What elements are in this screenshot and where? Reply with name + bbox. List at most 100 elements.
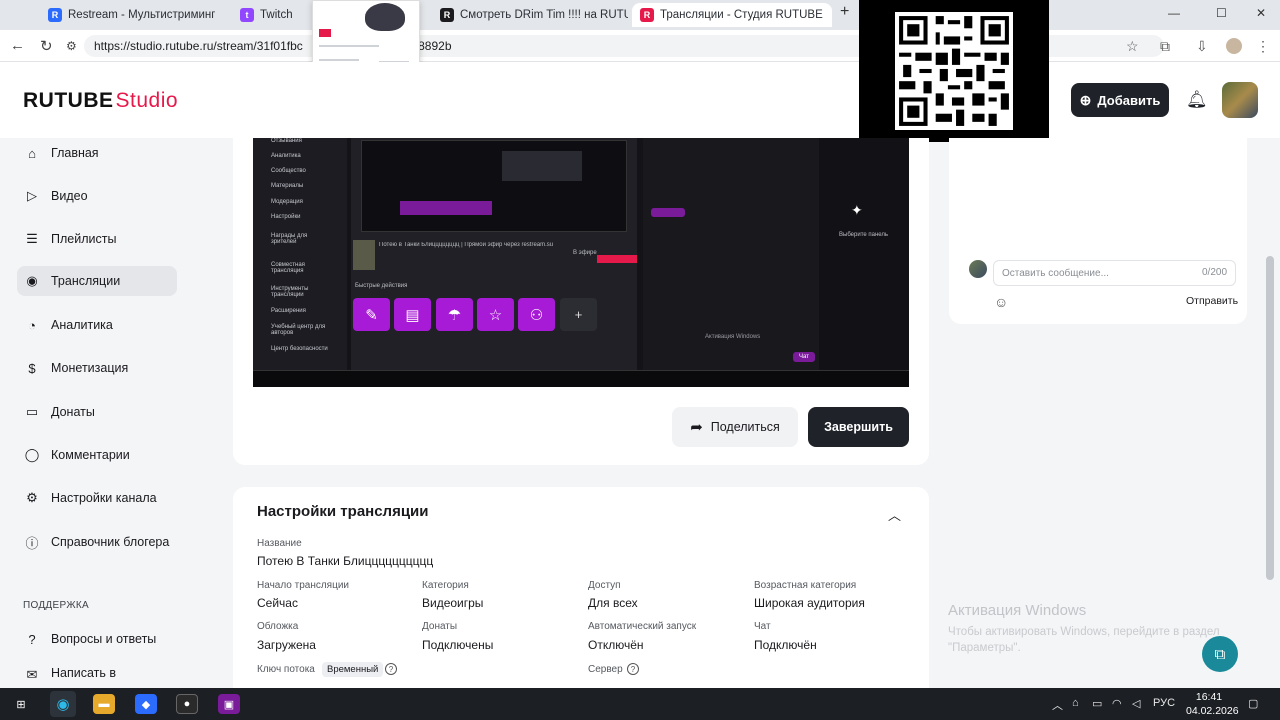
support-chat-icon: ⧉ xyxy=(1214,645,1226,663)
obs-icon[interactable]: ● xyxy=(176,694,198,714)
sidebar-item-donations[interactable]: ▭ Донаты xyxy=(17,397,177,427)
minimize-button[interactable]: — xyxy=(1168,6,1180,20)
rutube-studio-logo[interactable]: RUTUBEStudio xyxy=(23,89,178,113)
preview-menu-item: Материалы xyxy=(271,183,304,189)
restream-favicon-icon: R xyxy=(48,8,62,22)
chat-message-input[interactable]: Оставить сообщение... xyxy=(993,260,1236,286)
taskbar-clock[interactable]: 16:41 04.02.2026 xyxy=(1186,690,1239,718)
profile-avatar[interactable] xyxy=(1226,38,1242,54)
add-button-label: Добавить xyxy=(1097,92,1161,108)
stream-preview-video[interactable]: Отзывания Аналитика Сообщество Материалы… xyxy=(253,138,909,387)
sidebar-item-monetization[interactable]: $ Монетизация xyxy=(17,353,177,383)
preview-nested-screen xyxy=(361,140,627,232)
preview-sparkle-icon: ✦ xyxy=(851,202,863,218)
tray-wifi-icon[interactable]: ◠ xyxy=(1112,697,1122,710)
new-tab-button[interactable]: + xyxy=(840,3,849,21)
donations-value: Подключены xyxy=(422,638,494,652)
reload-icon[interactable]: ↻ xyxy=(40,37,53,55)
thumbnail-logo-icon xyxy=(319,29,331,37)
sidebar-item-home[interactable]: ⌂ Главная xyxy=(17,138,177,168)
bookmark-star-icon[interactable]: ☆ xyxy=(1126,38,1139,55)
sidebar-item-broadcasts[interactable]: ◉ Трансляции xyxy=(17,266,177,296)
finish-stream-button[interactable]: Завершить xyxy=(808,407,909,447)
sidebar-item-video[interactable]: ▷ Видео xyxy=(17,181,177,211)
sidebar-item-playlists[interactable]: ☰ Плейлисты xyxy=(17,224,177,254)
tray-language[interactable]: РУС xyxy=(1153,697,1175,709)
tab-rutube-watch[interactable]: R Смотреть DRim Tim !!!! на RUTU ✕ xyxy=(432,3,628,27)
stream-app-icon[interactable]: ▣ xyxy=(218,694,240,714)
chevron-up-icon[interactable]: ︿ xyxy=(888,505,901,524)
extensions-icon[interactable]: ⧉ xyxy=(1160,38,1170,55)
access-label: Доступ xyxy=(588,580,621,591)
donations-label: Донаты xyxy=(422,621,458,632)
donation-icon: ▭ xyxy=(25,404,39,419)
windows-start-icon[interactable]: ⊞ xyxy=(10,694,32,714)
chat-char-counter: 0/200 xyxy=(1202,267,1228,278)
preview-nested-video xyxy=(502,151,582,181)
preview-quick-actions: Быстрые действия xyxy=(355,283,408,289)
edge-browser-icon[interactable]: ◉ xyxy=(50,691,76,717)
sidebar-item-write-us[interactable]: ✉ Написать в xyxy=(17,666,177,688)
user-avatar xyxy=(969,260,987,278)
preview-menu-item: Учебный центр для авторов xyxy=(271,324,326,336)
sidebar-item-label: Настройки канала xyxy=(51,491,157,505)
thumbnail-line xyxy=(319,59,359,61)
preview-chat-button xyxy=(651,208,685,217)
share-button-label: Поделиться xyxy=(710,420,780,434)
twitch-favicon-icon: t xyxy=(240,8,254,22)
sidebar-item-faq[interactable]: ? Вопросы и ответы xyxy=(17,624,177,654)
playlist-icon: ☰ xyxy=(26,231,38,246)
sidebar-item-channel-settings[interactable]: ⚙ Настройки канала xyxy=(17,483,177,513)
downloads-icon[interactable]: ⇩ xyxy=(1196,38,1208,55)
support-chat-button[interactable]: ⧉ xyxy=(1202,636,1238,672)
thumbnail-figure xyxy=(365,3,405,31)
app-icon[interactable]: ◆ xyxy=(135,694,157,714)
close-window-button[interactable]: ✕ xyxy=(1256,6,1266,20)
windows-activation-text: Чтобы активировать Windows, перейдите в … xyxy=(948,626,1220,654)
sidebar-item-label: Монетизация xyxy=(51,361,129,375)
preview-parachute-icon: ☂ xyxy=(436,298,473,331)
autostart-label: Автоматический запуск xyxy=(588,621,697,632)
stream-key-badge: Временный xyxy=(322,662,384,677)
emoji-smile-icon[interactable]: ☺ xyxy=(994,294,1008,310)
sidebar-item-analytics[interactable]: ◔ Аналитика xyxy=(17,310,177,340)
monetization-icon: $ xyxy=(28,360,36,376)
sidebar: ⌂ Главная ▷ Видео ☰ Плейлисты ◉ Трансляц… xyxy=(0,138,196,688)
back-arrow-icon[interactable]: ← xyxy=(10,37,25,54)
tab-title: Смотреть DRim Tim !!!! на RUTU xyxy=(460,9,628,21)
tray-battery-icon[interactable]: ▭ xyxy=(1092,697,1102,710)
bell-icon[interactable]: 🔔︎ xyxy=(1186,90,1208,110)
channel-avatar[interactable] xyxy=(1222,82,1258,118)
maximize-button[interactable]: ☐ xyxy=(1216,6,1227,20)
thumbnail-line xyxy=(319,45,379,47)
tab-rutube-studio[interactable]: R Трансляции - Студия RUTUBE ✕ xyxy=(632,3,832,27)
sidebar-item-label: Вопросы и ответы xyxy=(51,632,157,646)
share-arrow-icon: ➦ xyxy=(690,419,703,436)
sidebar-item-comments[interactable]: ◯ Комментарии xyxy=(17,440,177,470)
browser-menu-icon[interactable]: ⋮ xyxy=(1256,38,1270,55)
help-circle-icon[interactable]: ? xyxy=(385,663,397,675)
tray-network-icon[interactable]: ⌂ xyxy=(1072,697,1079,709)
logo-main-text: RUTUBE xyxy=(23,89,114,112)
tab-restream[interactable]: R Restream - Мультистриминг н xyxy=(40,3,215,27)
tray-volume-icon[interactable]: ◁ xyxy=(1132,697,1140,710)
chat-send-button[interactable]: Отправить xyxy=(1186,295,1238,307)
name-label: Название xyxy=(257,538,302,549)
notification-icon[interactable]: ▢ xyxy=(1248,697,1258,710)
category-value: Видеоигры xyxy=(422,596,484,610)
file-explorer-icon[interactable]: ▬ xyxy=(93,694,115,714)
help-circle-icon[interactable]: ? xyxy=(627,663,639,675)
preview-menu-item: Совместная трансляция xyxy=(271,262,305,274)
stream-key-label: Ключ потока xyxy=(257,664,315,675)
windows-activation-title: Активация Windows xyxy=(948,602,1087,619)
preview-panel-prompt: Выберите панель xyxy=(839,232,889,238)
page-scrollbar[interactable] xyxy=(1266,256,1274,580)
preview-plus-icon: + xyxy=(560,298,597,331)
add-button[interactable]: ⊕ Добавить xyxy=(1071,83,1169,117)
share-button[interactable]: ➦ Поделиться xyxy=(672,407,798,447)
plus-circle-icon: ⊕ xyxy=(1079,91,1092,108)
tray-chevron-icon[interactable]: ︿ xyxy=(1052,697,1063,713)
site-info-icon[interactable]: ⚙ xyxy=(66,39,77,53)
tab-twitch[interactable]: t Twitch xyxy=(232,3,312,27)
sidebar-item-blogger-guide[interactable]: ⓘ Справочник блогера xyxy=(17,527,177,557)
